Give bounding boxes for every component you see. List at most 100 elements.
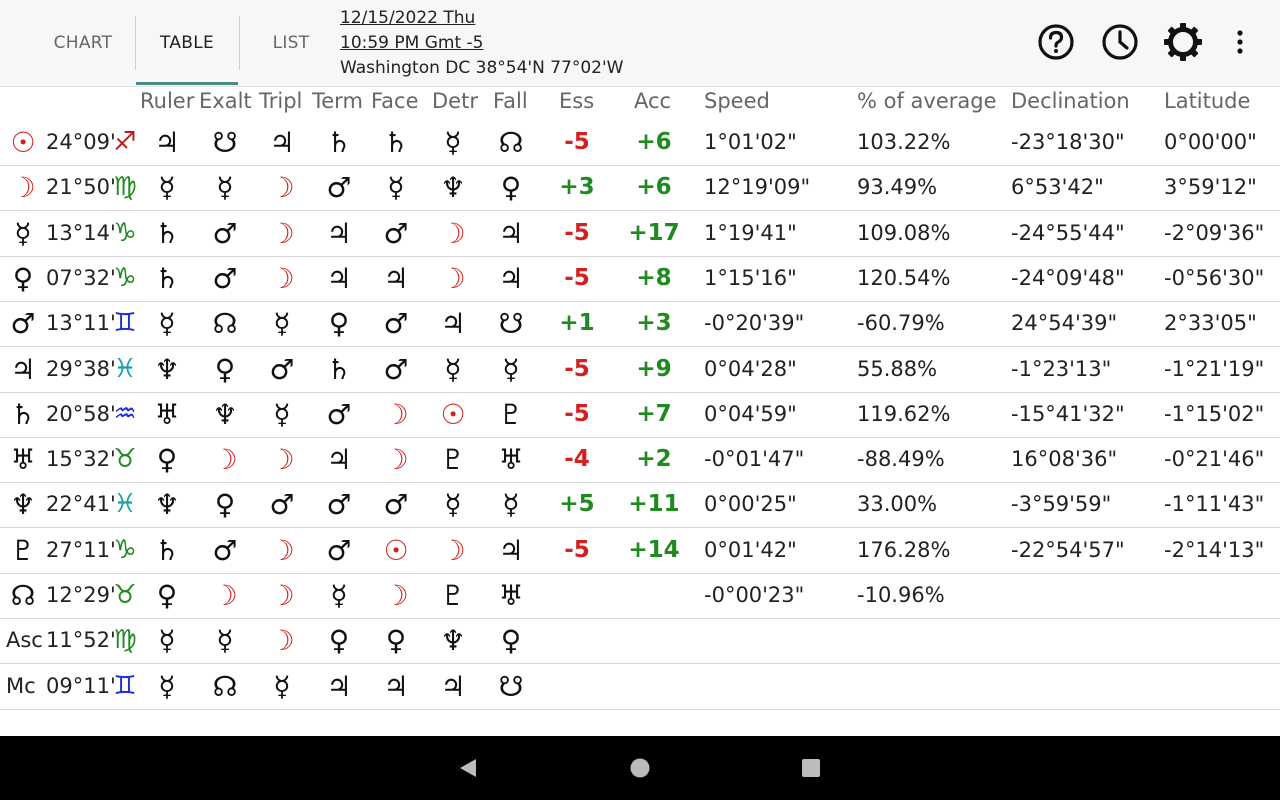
- latitude-value: -0°56'30": [1164, 265, 1265, 290]
- header-fall: Fall: [493, 89, 528, 113]
- help-circle-icon[interactable]: [1036, 22, 1076, 62]
- header-exalt: Exalt: [199, 89, 252, 113]
- table-row[interactable]: ☊ 12°29' ♉ ♀ ☽ ☽ ☿ ☽ ♇ ♅ -0°00'23" -10.96%: [0, 573, 1280, 619]
- tab-table[interactable]: TABLE: [136, 0, 238, 86]
- tab-divider: [239, 16, 240, 70]
- ruler-symbol: ☿: [158, 307, 176, 341]
- clock-icon[interactable]: [1100, 22, 1140, 62]
- table-row[interactable]: ♂ 13°11' ♊ ☿ ☊ ☿ ♀ ♂ ♃ ☋ +1 +3 -0°20'39" -60.79% 24°54…: [0, 301, 1280, 348]
- accidental-score: +8: [636, 264, 672, 291]
- accidental-score: +17: [628, 219, 680, 246]
- detr-symbol: ☽: [440, 216, 466, 250]
- table-row[interactable]: ♆ 22°41' ♓ ♆ ♀ ♂ ♂ ♂ ☿ ☿ +5 +11 0°00'25" 33.00% -3°59'…: [0, 482, 1280, 529]
- ruler-symbol: ♃: [154, 126, 180, 159]
- term-symbol: ♃: [326, 216, 352, 250]
- ruler-symbol: ♄: [154, 533, 180, 567]
- declination-value: -15°41'32": [1011, 401, 1125, 426]
- declination-value: -24°55'44": [1011, 220, 1125, 245]
- latitude-value: -1°21'19": [1164, 356, 1265, 381]
- fall-symbol: ♃: [498, 261, 524, 295]
- header-detr: Detr: [432, 89, 478, 113]
- detr-symbol: ♃: [440, 669, 466, 703]
- position-degree: 09°11': [46, 673, 116, 698]
- speed-value: 0°01'42": [704, 537, 797, 562]
- tripl-symbol: ☽: [269, 624, 295, 658]
- zodiac-sign-icon: ♊: [113, 670, 137, 701]
- date-link[interactable]: 12/15/2022 Thu: [340, 6, 623, 31]
- table-row[interactable]: ☽ 21°50' ♍ ☿ ☿ ☽ ♂ ☿ ♆ ♀ +3 +6 12°19'09" 93.49% 6°53'4…: [0, 165, 1280, 212]
- zodiac-sign-icon: ♍: [113, 172, 137, 203]
- tripl-symbol: ☽: [269, 261, 295, 295]
- detr-symbol: ☿: [444, 352, 462, 386]
- header-tripl: Tripl: [259, 89, 303, 113]
- ruler-symbol: ☿: [158, 669, 176, 703]
- recents-icon[interactable]: [800, 757, 822, 779]
- ruler-symbol: ♆: [154, 488, 180, 522]
- back-icon[interactable]: [457, 757, 479, 779]
- percent-average-value: 120.54%: [857, 265, 951, 290]
- accidental-score: +9: [636, 355, 672, 382]
- exalt-symbol: ☿: [216, 171, 234, 205]
- term-symbol: ♃: [326, 261, 352, 295]
- tripl-symbol: ☿: [273, 307, 291, 341]
- table-row[interactable]: Asc 11°52' ♍ ☿ ☿ ☽ ♀ ♀ ♆ ♀: [0, 618, 1280, 665]
- exalt-symbol: ☋: [212, 126, 238, 159]
- table-row[interactable]: ♀ 07°32' ♑ ♄ ♂ ☽ ♃ ♃ ☽ ♃ -5 +8 1°15'16" 120.54% -24°09…: [0, 256, 1280, 302]
- detr-symbol: ☿: [444, 488, 462, 522]
- table-row[interactable]: ♇ 27°11' ♑ ♄ ♂ ☽ ♂ ☉ ☽ ♃ -5 +14 0°01'42" 176.28% -22°5…: [0, 528, 1280, 574]
- declination-value: -24°09'48": [1011, 265, 1125, 290]
- percent-average-value: -88.49%: [857, 447, 945, 472]
- detr-symbol: ♆: [440, 171, 466, 205]
- declination-value: -23°18'30": [1011, 130, 1125, 154]
- tripl-symbol: ♃: [269, 126, 295, 159]
- header-acc: Acc: [634, 89, 672, 113]
- home-icon[interactable]: [629, 757, 651, 779]
- exalt-symbol: ☽: [212, 443, 238, 477]
- table-row[interactable]: ♃ 29°38' ♓ ♆ ♀ ♂ ♄ ♂ ☿ ☿ -5 +9 0°04'28" 55.88% -1°23'1…: [0, 347, 1280, 393]
- accidental-score: +6: [636, 129, 672, 155]
- ruler-symbol: ☿: [158, 624, 176, 658]
- exalt-symbol: ☽: [212, 579, 238, 612]
- body-symbol: ♃: [10, 352, 36, 386]
- position-degree: 24°09': [46, 130, 116, 154]
- detr-symbol: ♇: [440, 443, 466, 477]
- zodiac-sign-icon: ♐: [113, 127, 137, 157]
- fall-symbol: ♇: [498, 397, 524, 431]
- detr-symbol: ☽: [440, 533, 466, 567]
- exalt-symbol: ♂: [212, 533, 238, 567]
- header-face: Face: [371, 89, 419, 113]
- zodiac-sign-icon: ♓: [113, 489, 137, 520]
- speed-value: 1°01'02": [704, 130, 797, 154]
- tab-chart[interactable]: CHART: [40, 0, 126, 86]
- percent-average-value: 109.08%: [857, 220, 951, 245]
- fall-symbol: ☿: [502, 352, 520, 386]
- table-row[interactable]: ☉ 24°09' ♐ ♃ ☋ ♃ ♄ ♄ ☿ ☊ -5 +6 1°01'02" 103.22% -23°18…: [0, 120, 1280, 166]
- gear-icon[interactable]: [1163, 22, 1203, 62]
- latitude-value: -2°14'13": [1164, 537, 1265, 562]
- chart-info: 12/15/2022 Thu 10:59 PM Gmt -5 Washingto…: [340, 6, 623, 81]
- table-row[interactable]: ♄ 20°58' ♒ ♅ ♆ ☿ ♂ ☽ ☉ ♇ -5 +7 0°04'59" 119.62% -15°41…: [0, 392, 1280, 438]
- body-symbol: Asc: [6, 628, 43, 653]
- speed-value: 0°00'25": [704, 492, 797, 517]
- more-vert-icon[interactable]: [1220, 22, 1260, 62]
- latitude-value: -0°21'46": [1164, 447, 1265, 472]
- fall-symbol: ☿: [502, 488, 520, 522]
- table-row[interactable]: Mc 09°11' ♊ ☿ ☊ ☿ ♃ ♃ ♃ ☋: [0, 664, 1280, 710]
- table-row[interactable]: ♅ 15°32' ♉ ♀ ☽ ☽ ♃ ☽ ♇ ♅ -4 +2 -0°01'47" -88.49% 16°08…: [0, 437, 1280, 484]
- ruler-symbol: ♀: [156, 443, 178, 477]
- speed-value: 0°04'28": [704, 356, 797, 381]
- table-row[interactable]: ☿ 13°14' ♑ ♄ ♂ ☽ ♃ ♂ ☽ ♃ -5 +17 1°19'41" 109.08% -24°5…: [0, 211, 1280, 257]
- fall-symbol: ♃: [498, 533, 524, 567]
- header-ess: Ess: [559, 89, 595, 113]
- tab-list[interactable]: LIST: [248, 0, 334, 86]
- time-link[interactable]: 10:59 PM Gmt -5: [340, 31, 623, 56]
- fall-symbol: ♅: [498, 579, 524, 612]
- percent-average-value: 119.62%: [857, 401, 951, 426]
- accidental-score: +14: [628, 536, 680, 563]
- accidental-score: +2: [636, 446, 672, 473]
- declination-value: -1°23'13": [1011, 356, 1112, 381]
- position-degree: 11°52': [46, 628, 116, 653]
- term-symbol: ♃: [326, 669, 352, 703]
- exalt-symbol: ☊: [212, 307, 238, 341]
- ruler-symbol: ♄: [154, 216, 180, 250]
